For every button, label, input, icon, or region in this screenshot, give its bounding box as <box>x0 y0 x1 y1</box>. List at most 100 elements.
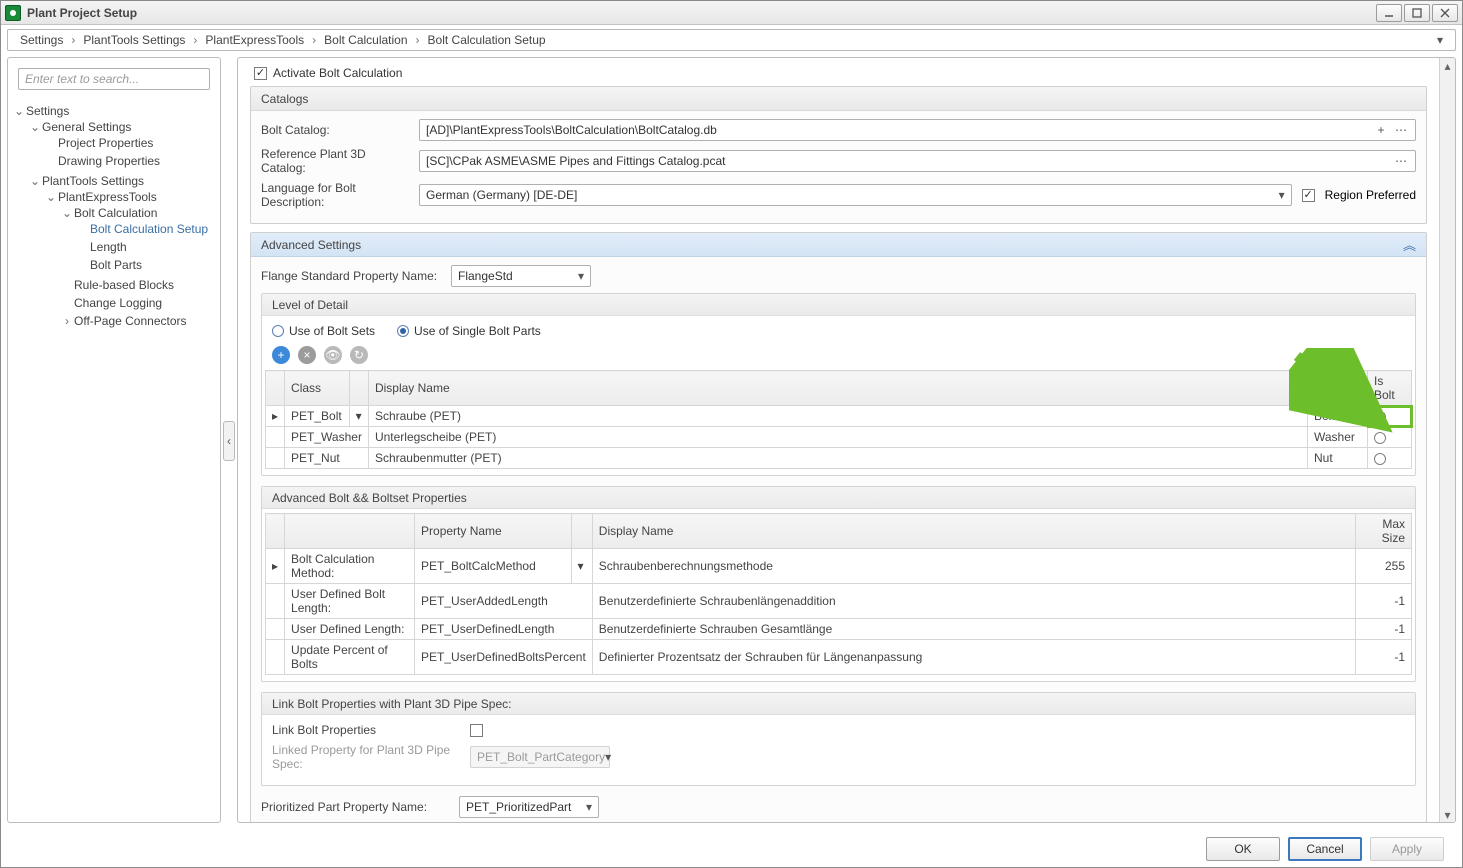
breadcrumb-dropdown-icon[interactable]: ▾ <box>1437 33 1443 47</box>
col-is-bolt[interactable]: Is Bolt <box>1368 371 1412 406</box>
tree-label: Project Properties <box>58 136 153 150</box>
radio-single-bolt-parts[interactable]: Use of Single Bolt Parts <box>397 324 541 338</box>
cell-class[interactable]: PET_Bolt <box>285 406 350 427</box>
dropdown-icon[interactable]: ▾ <box>349 406 368 427</box>
breadcrumb-item[interactable]: PlantTools Settings <box>83 33 185 47</box>
tree-item-plantexpresstools[interactable]: ⌄PlantExpressTools ⌄Bolt Calculation Bol… <box>46 188 216 332</box>
breadcrumb-item[interactable]: Bolt Calculation <box>324 33 407 47</box>
ellipsis-icon[interactable]: ⋯ <box>1393 123 1409 137</box>
cell-is-bolt[interactable] <box>1368 406 1412 427</box>
ref-catalog-field[interactable]: [SC]\CPak ASME\ASME Pipes and Fittings C… <box>419 150 1416 172</box>
linked-prop-label: Linked Property for Plant 3D Pipe Spec: <box>272 743 460 771</box>
tree-item-rule-based-blocks[interactable]: Rule-based Blocks <box>62 276 216 294</box>
cell-class[interactable]: PET_Washer <box>285 427 369 448</box>
cell-prop[interactable]: PET_UserAddedLength <box>415 584 593 619</box>
main-scroll-area[interactable]: Activate Bolt Calculation Catalogs Bolt … <box>238 58 1439 822</box>
cancel-button[interactable]: Cancel <box>1288 837 1362 861</box>
tree-item-bolt-calc-setup[interactable]: Bolt Calculation Setup <box>78 220 216 238</box>
remove-row-button[interactable]: × <box>298 346 316 364</box>
ellipsis-icon[interactable]: ⋯ <box>1393 154 1409 168</box>
lang-label: Language for Bolt Description: <box>261 181 409 209</box>
cell-display[interactable]: Definierter Prozentsatz der Schrauben fü… <box>592 640 1355 675</box>
cell-max[interactable]: -1 <box>1356 640 1412 675</box>
cell-max[interactable]: 255 <box>1356 549 1412 584</box>
tree-item-off-page-connectors[interactable]: ›Off-Page Connectors <box>62 312 216 330</box>
maximize-button[interactable] <box>1404 4 1430 22</box>
language-combobox[interactable]: German (Germany) [DE-DE] ▾ <box>419 184 1292 206</box>
breadcrumb-item[interactable]: Settings <box>20 33 63 47</box>
cell-part-type[interactable]: Bolt <box>1308 406 1368 427</box>
tree-item-project-properties[interactable]: Project Properties <box>46 134 216 152</box>
cell-display[interactable]: Unterlegscheibe (PET) <box>368 427 1307 448</box>
cell-label: Bolt Calculation Method: <box>285 549 415 584</box>
cell-max[interactable]: -1 <box>1356 619 1412 640</box>
minimize-button[interactable] <box>1376 4 1402 22</box>
tree-item-planttools-settings[interactable]: ⌄PlantTools Settings ⌄PlantExpressTools … <box>30 172 216 334</box>
cell-part-type[interactable]: Nut <box>1308 448 1368 469</box>
scroll-down-icon[interactable]: ▾ <box>1440 807 1455 822</box>
dropdown-icon[interactable]: ▾ <box>571 549 592 584</box>
tree-item-general-settings[interactable]: ⌄General Settings Project Properties Dra… <box>30 118 216 172</box>
cell-display[interactable]: Benutzerdefinierte Schrauben Gesamtlänge <box>592 619 1355 640</box>
main-wrap: Activate Bolt Calculation Catalogs Bolt … <box>237 53 1462 829</box>
app-window: Plant Project Setup Settings › PlantTool… <box>0 0 1463 868</box>
ok-button[interactable]: OK <box>1206 837 1280 861</box>
table-row[interactable]: PET_Nut Schraubenmutter (PET) Nut <box>266 448 1412 469</box>
tree-label: Change Logging <box>74 296 162 310</box>
flange-combobox[interactable]: FlangeStd ▾ <box>451 265 591 287</box>
breadcrumb-item[interactable]: PlantExpressTools <box>205 33 304 47</box>
activate-bolt-calc-checkbox[interactable] <box>254 67 267 80</box>
add-row-button[interactable]: + <box>272 346 290 364</box>
group-header-advanced[interactable]: Advanced Settings ︽ <box>251 233 1426 257</box>
main-panel: Activate Bolt Calculation Catalogs Bolt … <box>237 57 1456 823</box>
tree-item-length[interactable]: Length <box>78 238 216 256</box>
close-button[interactable] <box>1432 4 1458 22</box>
vertical-scrollbar[interactable]: ▴ ▾ <box>1439 58 1455 822</box>
bolt-catalog-field[interactable]: [AD]\PlantExpressTools\BoltCalculation\B… <box>419 119 1416 141</box>
prioritized-combobox[interactable]: PET_PrioritizedPart ▾ <box>459 796 599 818</box>
table-row[interactable]: User Defined Length: PET_UserDefinedLeng… <box>266 619 1412 640</box>
cell-class[interactable]: PET_Nut <box>285 448 369 469</box>
scroll-up-icon[interactable]: ▴ <box>1440 58 1455 73</box>
tree-item-bolt-parts[interactable]: Bolt Parts <box>78 256 216 274</box>
cell-prop[interactable]: PET_UserDefinedLength <box>415 619 593 640</box>
search-input[interactable] <box>18 68 210 90</box>
cell-prop[interactable]: PET_BoltCalcMethod <box>415 549 571 584</box>
cell-is-bolt[interactable] <box>1368 448 1412 469</box>
refresh-button[interactable]: ↻ <box>350 346 368 364</box>
tree-item-change-logging[interactable]: Change Logging <box>62 294 216 312</box>
cell-max[interactable]: -1 <box>1356 584 1412 619</box>
region-preferred-checkbox[interactable] <box>1302 189 1315 202</box>
col-max-size[interactable]: Max Size <box>1356 514 1412 549</box>
chevron-right-icon: › <box>71 33 75 47</box>
cell-display[interactable]: Benutzerdefinierte Schraubenlängenadditi… <box>592 584 1355 619</box>
tree-item-settings[interactable]: ⌄Settings ⌄General Settings Project Prop… <box>14 102 216 336</box>
col-class[interactable]: Class <box>285 371 350 406</box>
radio-icon <box>1374 411 1386 423</box>
tree-item-drawing-properties[interactable]: Drawing Properties <box>46 152 216 170</box>
table-row[interactable]: Update Percent of Bolts PET_UserDefinedB… <box>266 640 1412 675</box>
cell-display[interactable]: Schraubenmutter (PET) <box>368 448 1307 469</box>
table-row[interactable]: ▸ Bolt Calculation Method: PET_BoltCalcM… <box>266 549 1412 584</box>
combobox-value: German (Germany) [DE-DE] <box>426 188 577 202</box>
radio-bolt-sets[interactable]: Use of Bolt Sets <box>272 324 375 338</box>
cell-prop[interactable]: PET_UserDefinedBoltsPercent <box>415 640 593 675</box>
link-bolt-checkbox[interactable] <box>470 724 483 737</box>
table-row[interactable]: ▸ PET_Bolt ▾ Schraube (PET) Bolt <box>266 406 1412 427</box>
add-icon[interactable]: + <box>1373 123 1389 137</box>
table-row[interactable]: User Defined Bolt Length: PET_UserAddedL… <box>266 584 1412 619</box>
breadcrumb-item[interactable]: Bolt Calculation Setup <box>428 33 546 47</box>
tree-item-bolt-calculation[interactable]: ⌄Bolt Calculation Bolt Calculation Setup… <box>62 204 216 276</box>
group-title: Link Bolt Properties with Plant 3D Pipe … <box>272 697 511 711</box>
col-prop-name[interactable]: Property Name <box>415 514 571 549</box>
cell-display[interactable]: Schraubenberechnungsmethode <box>592 549 1355 584</box>
col-part-type[interactable]: Part Type <box>1308 371 1368 406</box>
col-display[interactable]: Display Name <box>592 514 1355 549</box>
cell-is-bolt[interactable] <box>1368 427 1412 448</box>
collapse-left-button[interactable]: ‹ <box>223 421 235 461</box>
cell-part-type[interactable]: Washer <box>1308 427 1368 448</box>
table-row[interactable]: PET_Washer Unterlegscheibe (PET) Washer <box>266 427 1412 448</box>
cell-display[interactable]: Schraube (PET) <box>368 406 1307 427</box>
view-button[interactable]: 👁 <box>324 346 342 364</box>
col-display-name[interactable]: Display Name <box>368 371 1307 406</box>
